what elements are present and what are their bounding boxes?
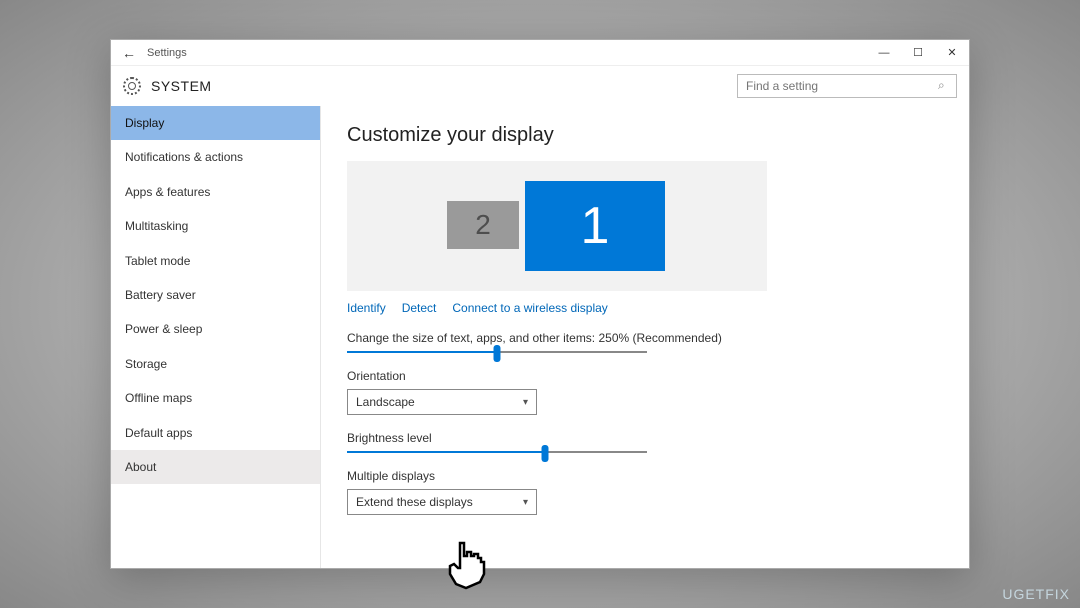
scale-slider[interactable] <box>347 351 647 353</box>
sidebar-item-default-apps[interactable]: Default apps <box>111 416 320 450</box>
search-container: ⌕ <box>737 74 957 98</box>
sidebar-item-storage[interactable]: Storage <box>111 347 320 381</box>
maximize-button[interactable]: ☐ <box>901 40 935 66</box>
gear-icon <box>123 77 141 95</box>
monitor-2[interactable]: 2 <box>447 201 519 249</box>
chevron-down-icon: ▾ <box>523 397 528 408</box>
multiple-displays-label: Multiple displays <box>347 469 943 483</box>
brightness-slider[interactable] <box>347 451 647 453</box>
sidebar: DisplayNotifications & actionsApps & fea… <box>111 106 321 568</box>
sidebar-item-offline-maps[interactable]: Offline maps <box>111 381 320 415</box>
header: SYSTEM ⌕ <box>111 66 969 106</box>
page-title: SYSTEM <box>151 78 212 94</box>
search-input[interactable] <box>737 74 957 98</box>
close-button[interactable]: ✕ <box>935 40 969 66</box>
connect-wireless-link[interactable]: Connect to a wireless display <box>452 301 607 315</box>
content-heading: Customize your display <box>347 124 943 147</box>
sidebar-item-battery-saver[interactable]: Battery saver <box>111 278 320 312</box>
sidebar-item-about[interactable]: About <box>111 450 320 484</box>
brightness-label: Brightness level <box>347 431 943 445</box>
monitor-1[interactable]: 1 <box>525 181 665 271</box>
orientation-dropdown[interactable]: Landscape ▾ <box>347 389 537 415</box>
search-icon: ⌕ <box>938 78 951 91</box>
window-controls: — ☐ ✕ <box>867 40 969 66</box>
detect-link[interactable]: Detect <box>402 301 437 315</box>
chevron-down-icon: ▾ <box>523 497 528 508</box>
content-area: Customize your display 2 1 Identify Dete… <box>321 106 969 568</box>
watermark: UGETFIX <box>1002 586 1070 602</box>
display-arrangement[interactable]: 2 1 <box>347 161 767 291</box>
orientation-label: Orientation <box>347 369 943 383</box>
slider-thumb-icon[interactable] <box>494 345 501 362</box>
minimize-button[interactable]: — <box>867 40 901 66</box>
titlebar: ← Settings — ☐ ✕ <box>111 40 969 66</box>
sidebar-item-power-sleep[interactable]: Power & sleep <box>111 312 320 346</box>
identify-link[interactable]: Identify <box>347 301 386 315</box>
scale-label: Change the size of text, apps, and other… <box>347 331 943 345</box>
body: DisplayNotifications & actionsApps & fea… <box>111 106 969 568</box>
sidebar-item-apps-features[interactable]: Apps & features <box>111 175 320 209</box>
orientation-value: Landscape <box>356 395 415 409</box>
display-action-links: Identify Detect Connect to a wireless di… <box>347 301 943 315</box>
multiple-displays-value: Extend these displays <box>356 495 473 509</box>
sidebar-item-multitasking[interactable]: Multitasking <box>111 209 320 243</box>
sidebar-item-tablet-mode[interactable]: Tablet mode <box>111 244 320 278</box>
sidebar-item-notifications-actions[interactable]: Notifications & actions <box>111 140 320 174</box>
window-title: Settings <box>147 47 187 59</box>
multiple-displays-dropdown[interactable]: Extend these displays ▾ <box>347 489 537 515</box>
slider-thumb-icon[interactable] <box>542 445 549 462</box>
settings-window: ← Settings — ☐ ✕ SYSTEM ⌕ DisplayNotific… <box>110 39 970 569</box>
sidebar-item-display[interactable]: Display <box>111 106 320 140</box>
back-button[interactable]: ← <box>111 45 147 61</box>
